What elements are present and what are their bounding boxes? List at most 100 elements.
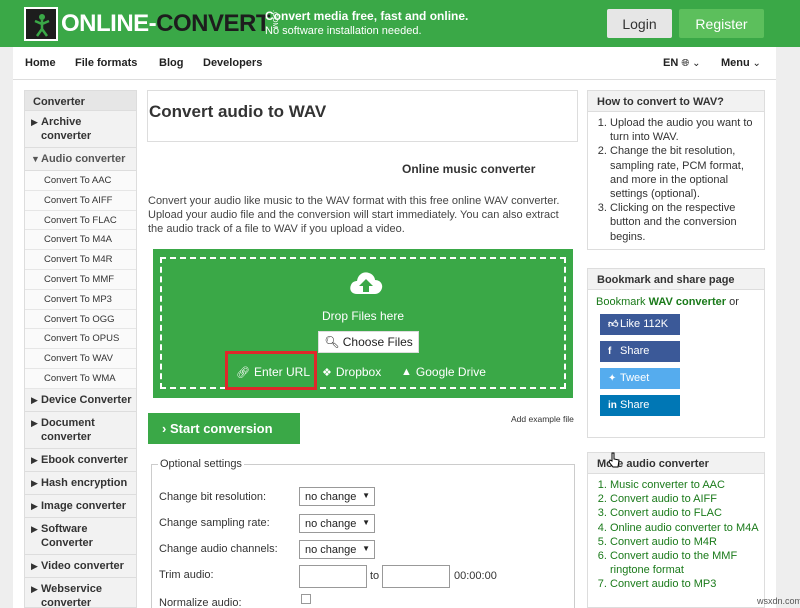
facebook-share-button[interactable]: f Share (600, 341, 680, 362)
caret-right-icon: ▶ (31, 417, 38, 428)
start-conversion-label: Start conversion (169, 421, 273, 436)
language-label: EN (663, 57, 679, 69)
nav-blog[interactable]: Blog (159, 57, 183, 69)
caret-down-icon: ▼ (31, 154, 40, 164)
sidebar-sub-aac[interactable]: Convert To AAC (25, 171, 136, 191)
sidebar-sub-ogg[interactable]: Convert To OGG (25, 309, 136, 330)
more-converter-link[interactable]: Convert audio to the MMF ringtone format (610, 549, 764, 577)
converter-sidebar: Converter ▶ Archive converter ▼ Audio conv… (24, 90, 137, 608)
caret-down-icon: ▼ (362, 518, 370, 527)
sidebar-item-label: Device Converter (41, 393, 132, 406)
sidebar-sub-aiff[interactable]: Convert To AIFF (25, 190, 136, 211)
trim-start-input[interactable] (299, 565, 367, 588)
normalize-audio-checkbox[interactable] (301, 594, 311, 604)
sidebar-item-device[interactable]: ▶ Device Converter (25, 389, 136, 412)
howto-step: Change the bit resolution, sampling rate… (610, 144, 764, 201)
audio-channels-select[interactable]: no change ▼ (299, 540, 375, 559)
chevron-down-icon: ⌄ (689, 58, 701, 69)
trim-audio-label: Trim audio: (159, 569, 214, 581)
sidebar-item-webservice[interactable]: ▶ Webservice converter (25, 578, 136, 608)
caret-right-icon: ▶ (31, 523, 38, 534)
sidebar-sub-wav[interactable]: Convert To WAV (25, 349, 136, 369)
linkedin-share-button[interactable]: in Share (600, 395, 680, 416)
sidebar-sub-wma[interactable]: Convert To WMA (25, 368, 136, 389)
sidebar-item-document[interactable]: ▶ Document converter (25, 412, 136, 449)
menu-toggle[interactable]: Menu ⌄ (721, 57, 761, 69)
caret-right-icon: ▶ (31, 583, 38, 594)
sidebar-sub-flac[interactable]: Convert To FLAC (25, 210, 136, 231)
login-button[interactable]: Login (607, 9, 672, 38)
bookmark-link[interactable]: WAV converter (649, 296, 726, 308)
search-icon: 🔍︎ (324, 335, 340, 349)
sidebar-item-software[interactable]: ▶ Software Converter (25, 518, 136, 555)
sidebar-item-video[interactable]: ▶ Video converter (25, 555, 136, 578)
bookmark-title: Bookmark and share page (588, 269, 764, 290)
logo-text-right: CONVERT (156, 10, 271, 37)
caret-right-icon: ▶ (31, 477, 38, 488)
normalize-audio-label: Normalize audio: (159, 597, 242, 608)
sampling-rate-value: no change (305, 518, 357, 530)
nav-file-formats[interactable]: File formats (75, 57, 137, 69)
sidebar-sub-m4r[interactable]: Convert To M4R (25, 250, 136, 270)
nav-home[interactable]: Home (25, 57, 56, 69)
more-converter-link[interactable]: Convert audio to M4R (610, 535, 764, 549)
logo-text-left: ONLINE- (61, 10, 157, 37)
page-subtitle: Online music converter (402, 162, 536, 176)
facebook-like-button[interactable]: 👍︎ Like 112K (600, 314, 680, 335)
site-logo[interactable]: ONLINE-CONVERT .COM (24, 6, 278, 42)
sidebar-item-label: Webservice converter (41, 582, 102, 608)
logo-figure-icon (24, 7, 58, 41)
sampling-rate-select[interactable]: no change ▼ (299, 514, 375, 533)
sidebar-item-archive[interactable]: ▶ Archive converter (25, 111, 136, 148)
bookmark-suffix: or (726, 296, 739, 308)
trim-to-label: to (370, 570, 380, 582)
caret-down-icon: ▼ (362, 491, 370, 500)
facebook-icon: f (608, 346, 612, 357)
choose-files-label: Choose Files (342, 335, 413, 349)
sidebar-item-hash[interactable]: ▶ Hash encryption (25, 472, 136, 495)
bit-resolution-select[interactable]: no change ▼ (299, 487, 375, 506)
upload-area[interactable]: Drop Files here 🔍︎ Choose Files 🔗︎ Enter … (153, 249, 573, 398)
nav-developers[interactable]: Developers (203, 57, 262, 69)
sidebar-item-ebook[interactable]: ▶ Ebook converter (25, 449, 136, 472)
start-conversion-button[interactable]: › Start conversion (148, 413, 300, 444)
sidebar-item-label: Archive converter (41, 116, 92, 142)
tagline-sub: No software installation needed. (265, 25, 422, 37)
trim-end-input[interactable] (382, 565, 450, 588)
sampling-rate-label: Change sampling rate: (159, 517, 270, 529)
optional-settings: Optional settings Change bit resolution:… (151, 458, 575, 608)
caret-down-icon: ▼ (362, 544, 370, 553)
highlight-box (225, 351, 317, 390)
sidebar-sub-opus[interactable]: Convert To OPUS (25, 329, 136, 350)
more-converter-link[interactable]: Online audio converter to M4A (610, 521, 764, 535)
choose-files-button[interactable]: 🔍︎ Choose Files (318, 331, 419, 353)
dropbox-button[interactable]: ❖ Dropbox (322, 365, 381, 379)
page-title: Convert audio to WAV (149, 102, 327, 121)
main-content: Convert audio to WAV Online music conver… (147, 90, 578, 608)
more-converter-link[interactable]: Convert audio to MP3 (610, 577, 764, 591)
menu-label: Menu (721, 57, 750, 69)
hand-cursor-icon (608, 452, 620, 468)
sidebar-sub-m4a[interactable]: Convert To M4A (25, 230, 136, 251)
drop-files-text: Drop Files here (321, 309, 405, 323)
more-converter-link[interactable]: Music converter to AAC (610, 478, 764, 492)
twitter-tweet-button[interactable]: ✦ Tweet (600, 368, 680, 389)
facebook-like-label: Like 112K (620, 318, 669, 330)
sidebar-sub-mp3[interactable]: Convert To MP3 (25, 289, 136, 310)
sidebar-item-label: Video converter (41, 559, 124, 572)
sidebar-item-audio[interactable]: ▼ Audio converter (25, 148, 136, 171)
sidebar-item-image[interactable]: ▶ Image converter (25, 495, 136, 518)
more-converter-link[interactable]: Convert audio to FLAC (610, 506, 764, 520)
more-converter-link[interactable]: Convert audio to AIFF (610, 492, 764, 506)
howto-box: How to convert to WAV? Upload the audio … (587, 90, 765, 250)
caret-right-icon: ▶ (31, 117, 38, 127)
register-button[interactable]: Register (679, 9, 764, 38)
language-selector[interactable]: EN 🌐︎ ⌄ (663, 57, 701, 69)
sidebar-title: Converter (25, 91, 136, 111)
sidebar-sub-mmf[interactable]: Convert To MMF (25, 269, 136, 290)
google-drive-icon: ▲ (401, 366, 412, 378)
add-example-file-link[interactable]: Add example file (511, 414, 574, 424)
drop-zone[interactable]: Drop Files here 🔍︎ Choose Files 🔗︎ Enter … (160, 257, 566, 390)
sidebar-item-label: Hash encryption (41, 476, 128, 489)
google-drive-button[interactable]: ▲ Google Drive (401, 365, 486, 379)
